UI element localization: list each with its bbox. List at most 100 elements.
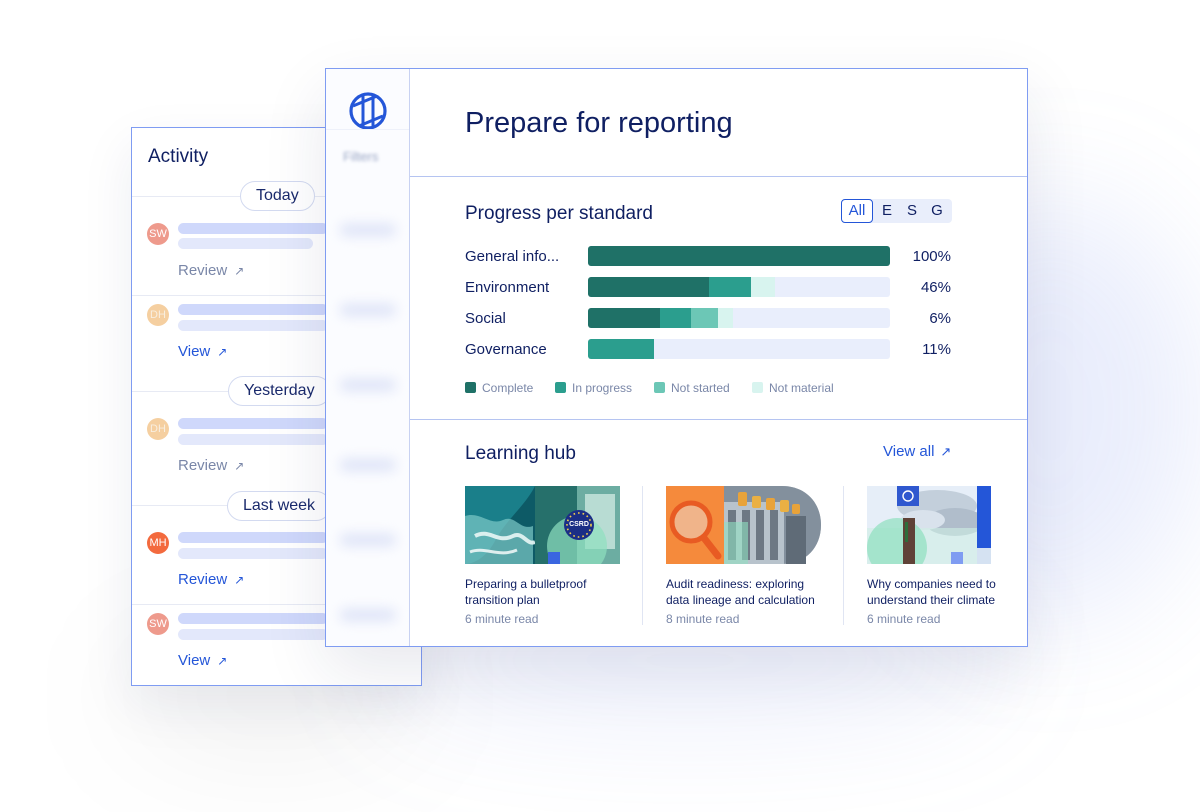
progress-title: Progress per standard <box>465 203 653 224</box>
group-today: Today <box>240 181 315 211</box>
article-thumbnail <box>666 486 821 564</box>
progress-segment-complete <box>588 277 709 297</box>
text-placeholder <box>178 434 328 445</box>
globe-logo-icon[interactable] <box>348 91 388 131</box>
view-link[interactable]: View ↗ <box>178 343 227 360</box>
article-title: Why companies need to understand their c… <box>867 577 996 607</box>
article-card[interactable]: Why companies need to understand their c… <box>867 486 997 626</box>
link-label: View <box>178 652 211 669</box>
learning-hub-title: Learning hub <box>465 443 576 464</box>
progress-value: 11% <box>922 341 951 358</box>
arrow-up-right-icon: ↗ <box>217 345 228 359</box>
arrow-up-right-icon: ↗ <box>234 264 245 278</box>
nav-item-placeholder <box>340 534 396 546</box>
sidebar: Filters <box>326 69 410 646</box>
tab-s[interactable]: S <box>902 199 922 223</box>
article-thumbnail: CSRD <box>465 486 620 564</box>
nav-item-placeholder <box>340 304 396 316</box>
progress-segment-not-material <box>717 308 733 328</box>
csrd-badge: CSRD <box>569 521 589 528</box>
divider <box>642 486 643 625</box>
arrow-up-right-icon: ↗ <box>217 654 228 668</box>
divider <box>843 486 844 625</box>
magnifier-building-thumbnail-image <box>666 486 821 564</box>
text-placeholder <box>178 629 328 640</box>
standard-label: Social <box>465 310 506 327</box>
text-placeholder <box>178 548 328 559</box>
group-last-week: Last week <box>227 491 332 521</box>
progress-segment-complete <box>588 308 661 328</box>
nav-item-placeholder <box>340 379 396 391</box>
article-thumbnail <box>867 486 991 564</box>
article-card[interactable]: Audit readiness: exploring data lineage … <box>666 486 822 626</box>
legend-label: Not started <box>671 381 730 395</box>
text-placeholder <box>178 613 328 624</box>
legend-swatch <box>465 382 476 393</box>
tab-g[interactable]: G <box>927 199 947 223</box>
read-time: 6 minute read <box>867 612 941 626</box>
divider <box>410 176 1027 177</box>
main-panel: Filters Prepare for reporting Progress p… <box>325 68 1028 647</box>
legend-label: Complete <box>482 381 534 395</box>
standard-label: General info... <box>465 248 560 265</box>
view-link[interactable]: View ↗ <box>178 652 227 669</box>
standard-label: Governance <box>465 341 547 358</box>
group-yesterday: Yesterday <box>228 376 331 406</box>
legend-label: Not material <box>769 381 834 395</box>
progress-bar <box>588 277 890 297</box>
link-label: View <box>178 343 211 360</box>
view-all-link[interactable]: View all ↗ <box>883 443 951 460</box>
arrow-up-right-icon: ↗ <box>940 444 952 459</box>
arrow-up-right-icon: ↗ <box>234 573 245 587</box>
standard-label: Environment <box>465 279 550 296</box>
smokestack-thumbnail-image <box>867 486 991 564</box>
nav-item-placeholder <box>340 224 396 236</box>
link-label: Review <box>178 262 228 279</box>
avatar: MH <box>147 532 169 554</box>
article-card[interactable]: CSRD Preparing a bulletproof transition … <box>465 486 621 626</box>
ocean-thumbnail-image <box>465 486 620 564</box>
review-link[interactable]: Review ↗ <box>178 457 244 474</box>
standard-filter-tabs: All E S G <box>841 199 952 223</box>
progress-value: 46% <box>920 279 951 296</box>
progress-segment-not-material <box>751 277 776 297</box>
text-placeholder <box>178 304 328 315</box>
avatar: DH <box>147 304 169 326</box>
tab-e[interactable]: E <box>877 199 897 223</box>
read-time: 8 minute read <box>666 612 740 626</box>
article-title: Preparing a bulletproof transition plan <box>465 577 587 607</box>
review-link[interactable]: Review ↗ <box>178 262 244 279</box>
progress-value: 100% <box>912 248 951 265</box>
arrow-up-right-icon: ↗ <box>234 459 245 473</box>
link-label: Review <box>178 457 228 474</box>
read-time: 6 minute read <box>465 612 539 626</box>
review-link[interactable]: Review ↗ <box>178 571 244 588</box>
progress-segment-in-progress <box>588 339 655 359</box>
link-label: View all <box>883 443 935 460</box>
legend-label: In progress <box>572 381 633 395</box>
nav-item-placeholder <box>340 459 396 471</box>
text-placeholder <box>178 320 328 331</box>
progress-bar <box>588 339 890 359</box>
progress-bar <box>588 308 890 328</box>
page-title: Prepare for reporting <box>465 107 733 139</box>
text-placeholder <box>178 418 328 429</box>
avatar: DH <box>147 418 169 440</box>
filters-button[interactable]: Filters <box>343 149 378 164</box>
avatar: SW <box>147 223 169 245</box>
progress-segment-in-progress <box>660 308 691 328</box>
tab-all[interactable]: All <box>841 199 873 223</box>
text-placeholder <box>178 532 328 543</box>
legend-swatch <box>555 382 566 393</box>
content: Prepare for reporting Progress per stand… <box>410 69 1027 646</box>
activity-title: Activity <box>148 146 209 167</box>
legend-swatch <box>752 382 763 393</box>
article-title: Audit readiness: exploring data lineage … <box>666 577 815 607</box>
progress-segment-complete <box>588 246 890 266</box>
progress-value: 6% <box>929 310 951 327</box>
text-placeholder <box>178 238 313 249</box>
progress-segment-not-started <box>690 308 718 328</box>
progress-segment-in-progress <box>708 277 752 297</box>
legend-swatch <box>654 382 665 393</box>
text-placeholder <box>178 223 328 234</box>
